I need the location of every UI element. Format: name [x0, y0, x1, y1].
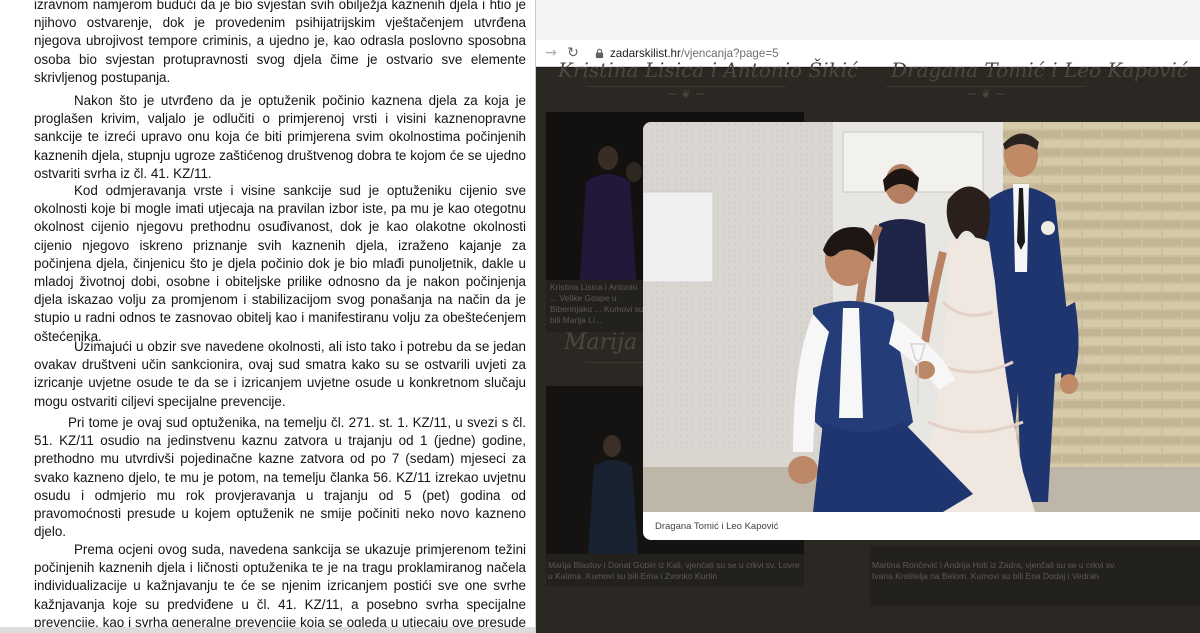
- document-viewer[interactable]: izravnom namjerom budući da je bio svjes…: [0, 0, 536, 633]
- document-paragraph-1: izravnom namjerom budući da je bio svjes…: [34, 0, 526, 85]
- document-paragraph-5: Pri tome je ovaj sud optuženika, na teme…: [34, 415, 526, 540]
- document-paragraph-2: Nakon što je utvrđeno da je optuženik po…: [34, 93, 526, 181]
- browser-window: → ↻ zadarskilist.hr/vjencanja?page=5 Kri…: [536, 0, 1200, 633]
- bg-heading-left: Kristina Lisica i Antonio Šikić: [558, 58, 859, 82]
- wedding-couple-photo: [643, 122, 1200, 512]
- browser-tab-strip: [536, 0, 1200, 40]
- lightbox-photo[interactable]: [643, 122, 1200, 512]
- document-paragraph-6: Prema ocjeni ovog suda, navedena sankcij…: [34, 542, 526, 630]
- ornament-divider: ~ ❦ ~: [886, 86, 1086, 102]
- document-paragraph-4: Uzimajući u obzir sve navedene okolnosti…: [34, 339, 526, 409]
- document-scroll-edge: [0, 627, 535, 633]
- wedding-card[interactable]: Martina Rončević i Andrija Hoti iz Zadra…: [870, 546, 1200, 606]
- card-caption: Marija Blastov i Donat Gobin iz Kali, vj…: [548, 560, 800, 581]
- lightbox-caption: Dragana Tomić i Leo Kapović: [655, 521, 779, 532]
- document-paragraph-3: Kod odmjeravanja vrste i visine sankcije…: [34, 183, 526, 344]
- card-caption: Kristina Lisica i Antonio ... Velike Gos…: [550, 282, 644, 325]
- ornament-divider: ~ ❦ ~: [586, 86, 786, 102]
- bg-heading-right: Dragana Tomić i Leo Kapović: [891, 58, 1189, 82]
- card-caption: Martina Rončević i Andrija Hoti iz Zadra…: [872, 560, 1117, 581]
- lightbox[interactable]: Dragana Tomić i Leo Kapović: [643, 122, 1200, 540]
